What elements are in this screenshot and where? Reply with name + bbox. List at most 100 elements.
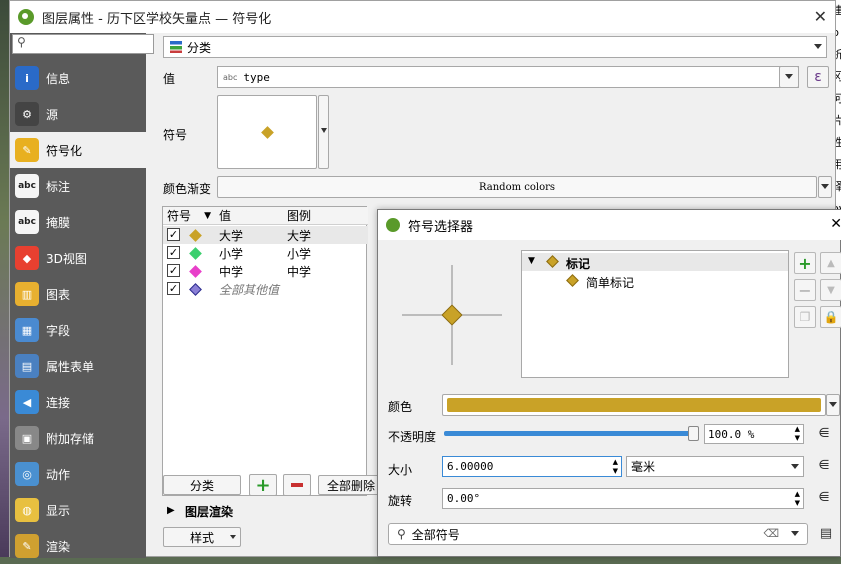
title-bar: 图层属性 - 历下区学校矢量点 — 符号化 ✕	[10, 1, 835, 33]
row-legend: 小学	[287, 247, 312, 261]
rotation-spinbox[interactable]: 0.00° ▲ ▼	[442, 488, 804, 509]
spin-arrows-icon[interactable]: ▲ ▼	[613, 458, 618, 476]
sidebar-item-info[interactable]: i 信息	[10, 60, 146, 96]
tree-child-item[interactable]: 简单标记	[522, 272, 788, 290]
classify-button[interactable]: 分类	[163, 475, 241, 495]
table-row[interactable]: ✓ 中学 中学	[163, 262, 368, 280]
sidebar-item-actions[interactable]: ◎ 动作	[10, 456, 146, 492]
header-legend[interactable]: 图例	[283, 207, 368, 225]
move-down-button[interactable]: ▼	[820, 279, 841, 301]
style-button[interactable]: 样式	[163, 527, 241, 547]
data-defined-override-icon[interactable]: ⋹	[812, 488, 836, 508]
sidebar-item-diagram[interactable]: ▥ 图表	[10, 276, 146, 312]
close-icon[interactable]: ✕	[814, 7, 827, 26]
opacity-slider-track[interactable]	[444, 431, 694, 436]
symbol-layer-tree[interactable]: ▼ 标记 简单标记	[521, 250, 789, 378]
color-dropdown[interactable]	[826, 394, 840, 416]
sidebar-item-symbology[interactable]: ✎ 符号化	[10, 132, 146, 168]
row-value: 全部其他值	[219, 283, 280, 297]
sidebar-search-input[interactable]: ⚲	[12, 34, 154, 54]
row-checkbox[interactable]: ✓	[167, 246, 180, 259]
style-manager-icon[interactable]: ▤	[814, 524, 838, 544]
opacity-spinbox[interactable]: 100.0 % ▲ ▼	[704, 424, 804, 444]
remove-layer-button[interactable]: −	[794, 279, 816, 301]
color-ramp-button[interactable]: Random colors	[217, 176, 817, 198]
header-value[interactable]: 值	[215, 207, 283, 225]
symbology-icon: ✎	[15, 138, 39, 162]
categories-table[interactable]: 符号 ▼ 值 图例 ✓ 大学 大学 ✓ 小学 小学 ✓ 中学 中学 ✓ 全部其他…	[162, 206, 368, 496]
tree-root-label: 标记	[566, 257, 591, 271]
chevron-down-icon	[814, 44, 822, 49]
qgis-logo-icon	[18, 9, 34, 25]
expand-arrow-icon[interactable]: ▶	[167, 505, 175, 516]
symbol-dropdown-button[interactable]	[318, 95, 329, 169]
move-up-button[interactable]: ▲	[820, 252, 841, 274]
sidebar-item-fields[interactable]: ▦ 字段	[10, 312, 146, 348]
sidebar-item-joins[interactable]: ◀ 连接	[10, 384, 146, 420]
sidebar-item-label: 字段	[46, 323, 71, 338]
row-checkbox[interactable]: ✓	[167, 228, 180, 241]
opacity-slider-handle[interactable]	[688, 426, 699, 441]
clear-icon[interactable]: ⌫	[763, 527, 779, 540]
rotation-label: 旋转	[388, 494, 413, 508]
symbol-selector-dialog: 符号选择器 ✕ ▼ 标记 简单标记 + ▲ − ▼ ❐ 🔒 颜色 不透明度 10…	[377, 209, 841, 557]
data-defined-override-icon[interactable]: ⋹	[812, 456, 836, 476]
chevron-down-icon[interactable]	[791, 531, 799, 536]
lock-layer-button[interactable]: 🔒	[820, 306, 841, 328]
renderer-select[interactable]: 分类	[163, 36, 827, 58]
size-spinbox[interactable]: 6.00000 ▲ ▼	[442, 456, 622, 477]
add-layer-button[interactable]: +	[794, 252, 816, 274]
arrow-up-icon: ▲	[827, 257, 835, 269]
collapse-arrow-icon[interactable]: ▼	[528, 256, 535, 266]
delete-all-button[interactable]: 全部删除	[318, 475, 384, 495]
sidebar-item-label: 图表	[46, 287, 71, 302]
color-ramp-dropdown[interactable]	[818, 176, 832, 198]
sidebar-item-mask[interactable]: abc 掩膜	[10, 204, 146, 240]
table-row[interactable]: ✓ 小学 小学	[163, 244, 368, 262]
value-field-dropdown-button[interactable]	[779, 66, 799, 88]
size-unit-select[interactable]: 毫米	[626, 456, 804, 477]
color-button[interactable]	[442, 394, 826, 416]
chevron-down-icon	[230, 535, 236, 539]
add-category-button[interactable]: +	[249, 474, 277, 496]
close-icon[interactable]: ✕	[830, 216, 841, 232]
spin-arrows-icon[interactable]: ▲ ▼	[795, 425, 800, 443]
header-symbol[interactable]: 符号 ▼	[163, 207, 215, 225]
style-button-label: 样式	[189, 530, 214, 545]
diamond-marker-icon	[546, 255, 559, 268]
row-checkbox[interactable]: ✓	[167, 282, 180, 295]
sidebar-item-auxiliary-storage[interactable]: ▣ 附加存储	[10, 420, 146, 456]
duplicate-icon: ❐	[799, 310, 811, 324]
sidebar-item-label: 掩膜	[46, 215, 71, 230]
row-checkbox[interactable]: ✓	[167, 264, 180, 277]
duplicate-layer-button[interactable]: ❐	[794, 306, 816, 328]
layer-rendering-section[interactable]: 图层渲染	[185, 503, 233, 520]
window-title: 图层属性 - 历下区学校矢量点 — 符号化	[42, 11, 272, 27]
data-defined-override-icon[interactable]: ⋹	[812, 424, 836, 444]
table-row[interactable]: ✓ 大学 大学	[163, 226, 368, 244]
remove-category-button[interactable]	[283, 474, 311, 496]
sidebar-item-labels[interactable]: abc 标注	[10, 168, 146, 204]
preview-canvas	[402, 265, 502, 365]
row-legend: 大学	[287, 229, 312, 243]
symbol-search-input[interactable]: ⚲ 全部符号 ⌫	[388, 523, 808, 545]
color-label: 颜色	[388, 400, 413, 414]
sidebar-item-3d-view[interactable]: ◆ 3D视图	[10, 240, 146, 276]
symbol-button[interactable]	[217, 95, 317, 169]
chevron-down-icon	[791, 464, 799, 469]
sidebar-item-label: 渲染	[46, 539, 71, 554]
sidebar-item-rendering[interactable]: ✎ 渲染	[10, 528, 146, 564]
expression-button[interactable]: ε	[807, 66, 829, 88]
value-field-select[interactable]: abc type	[217, 66, 799, 88]
spin-arrows-icon[interactable]: ▲ ▼	[795, 490, 800, 508]
categorized-icon	[170, 41, 182, 53]
sidebar-item-display[interactable]: ◍ 显示	[10, 492, 146, 528]
sidebar-item-attributes-form[interactable]: ▤ 属性表单	[10, 348, 146, 384]
table-row[interactable]: ✓ 全部其他值	[163, 280, 368, 298]
sidebar-item-source[interactable]: ⚙ 源	[10, 96, 146, 132]
row-value: 小学	[219, 247, 244, 261]
tree-root-item[interactable]: ▼ 标记	[522, 253, 788, 271]
minus-icon: −	[798, 280, 812, 300]
field-type-tag: abc	[223, 72, 238, 82]
mask-icon: abc	[15, 210, 39, 234]
